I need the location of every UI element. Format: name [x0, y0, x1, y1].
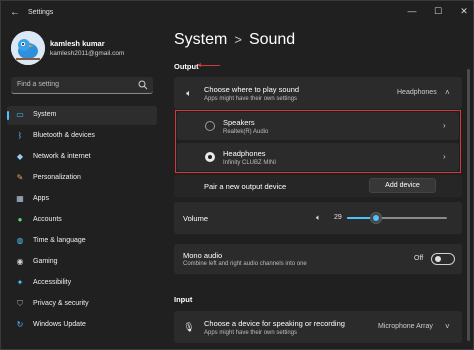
sidebar-item-label: Gaming: [33, 258, 58, 265]
mono-audio-title: Mono audio: [183, 251, 223, 260]
avatar[interactable]: [11, 31, 45, 65]
sidebar-item-label: System: [33, 111, 57, 118]
close-button[interactable]: ✕: [451, 4, 473, 18]
minimize-button[interactable]: —: [399, 4, 425, 18]
chevron-down-icon[interactable]: ˅: [445, 322, 450, 331]
choose-input-device-row[interactable]: 🎙︎ Choose a device for speaking or recor…: [174, 311, 462, 343]
sidebar-item-time-language[interactable]: ◍ Time & language: [7, 232, 157, 251]
choose-input-title: Choose a device for speaking or recordin…: [204, 319, 345, 328]
monitor-icon: ▭: [16, 110, 24, 119]
volume-speaker-icon[interactable]: 🔈︎: [316, 213, 321, 223]
sidebar-item-label: Apps: [33, 195, 49, 202]
sidebar-item-label: Accessibility: [33, 279, 72, 286]
volume-value: 29: [334, 214, 342, 221]
speaker-icon: 🔈︎: [186, 88, 192, 98]
choose-output-subtitle: Apps might have their own settings: [204, 96, 298, 102]
breadcrumb-parent[interactable]: System: [174, 31, 227, 48]
pair-device-label: Pair a new output device: [204, 182, 287, 191]
title-bar: ← Settings — ☐ ✕: [1, 1, 473, 23]
highlight-box: [175, 110, 461, 173]
pair-output-device-row: Pair a new output device Add device: [174, 175, 462, 197]
window-title: Settings: [28, 9, 54, 16]
toggle-knob: [435, 256, 441, 262]
sidebar-item-label: Time & language: [33, 237, 86, 244]
sidebar-item-label: Windows Update: [33, 321, 86, 328]
mono-audio-subtitle: Combine left and right audio channels in…: [183, 261, 307, 267]
sidebar-item-label: Accounts: [33, 216, 62, 223]
accessibility-icon: ✦: [16, 278, 24, 287]
sidebar-item-label: Bluetooth & devices: [33, 132, 95, 139]
selected-output-value: Headphones: [397, 89, 437, 96]
sidebar-item-accessibility[interactable]: ✦ Accessibility: [7, 274, 157, 293]
shield-icon: ⛉: [17, 299, 23, 308]
selected-input-value: Microphone Array: [378, 323, 433, 330]
active-indicator: [7, 111, 9, 120]
sidebar-item-gaming[interactable]: ◉ Gaming: [7, 253, 157, 272]
page-title: Sound: [248, 31, 296, 48]
apps-icon: ▦: [16, 194, 24, 203]
output-section-label: Output: [174, 62, 199, 71]
controller-icon: ◉: [16, 257, 24, 266]
sidebar-item-personalization[interactable]: ✎ Personalization: [7, 169, 157, 188]
sidebar-item-privacy[interactable]: ⛉ Privacy & security: [7, 295, 157, 314]
mono-audio-row: Mono audio Combine left and right audio …: [174, 244, 462, 274]
sidebar-item-windows-update[interactable]: ↻ Windows Update: [7, 316, 157, 335]
bluetooth-icon: ᛒ: [17, 131, 23, 140]
add-device-button[interactable]: Add device: [369, 178, 436, 193]
volume-slider[interactable]: [347, 212, 447, 224]
person-icon: ●: [17, 215, 23, 224]
settings-window: ← Settings — ☐ ✕ kamlesh kumar kamlesh20…: [0, 0, 474, 350]
chevron-up-icon[interactable]: ˄: [445, 88, 450, 97]
maximize-button[interactable]: ☐: [425, 4, 451, 18]
scrollbar[interactable]: [467, 69, 470, 341]
sidebar-item-bluetooth[interactable]: ᛒ Bluetooth & devices: [7, 127, 157, 146]
search-input[interactable]: Find a setting: [17, 81, 59, 88]
back-arrow-icon[interactable]: ←: [10, 7, 20, 18]
choose-output-device-row[interactable]: 🔈︎ Choose where to play sound Apps might…: [174, 77, 462, 109]
choose-output-title: Choose where to play sound: [204, 85, 300, 94]
sidebar-item-apps[interactable]: ▦ Apps: [7, 190, 157, 209]
choose-input-subtitle: Apps might have their own settings: [204, 330, 298, 336]
annotation-arrow: [197, 63, 220, 67]
mono-audio-state: Off: [414, 255, 424, 262]
search-box[interactable]: Find a setting: [11, 77, 153, 94]
mono-audio-toggle[interactable]: [431, 253, 455, 265]
sidebar-item-label: Personalization: [33, 174, 81, 181]
breadcrumb-separator: >: [234, 32, 242, 47]
volume-label: Volume: [183, 214, 209, 223]
sidebar-item-system[interactable]: ▭ System: [7, 106, 157, 125]
bird-avatar-icon: [11, 31, 45, 65]
brush-icon: ✎: [16, 173, 24, 182]
microphone-icon: 🎙︎: [183, 322, 195, 332]
sidebar-item-network[interactable]: ◆ Network & internet: [7, 148, 157, 167]
input-section-label: Input: [174, 295, 193, 304]
sidebar-item-label: Privacy & security: [33, 300, 89, 307]
volume-slider-thumb[interactable]: [370, 212, 382, 224]
profile-name: kamlesh kumar: [50, 39, 105, 48]
wifi-icon: ◆: [16, 152, 24, 161]
profile-email: kamlesh2011@gmail.com: [50, 50, 125, 57]
search-icon: [138, 80, 148, 90]
globe-clock-icon: ◍: [16, 236, 24, 245]
breadcrumb: System > Sound: [174, 31, 295, 49]
update-icon: ↻: [16, 320, 24, 329]
sidebar-item-label: Network & internet: [33, 153, 91, 160]
sidebar-item-accounts[interactable]: ● Accounts: [7, 211, 157, 230]
